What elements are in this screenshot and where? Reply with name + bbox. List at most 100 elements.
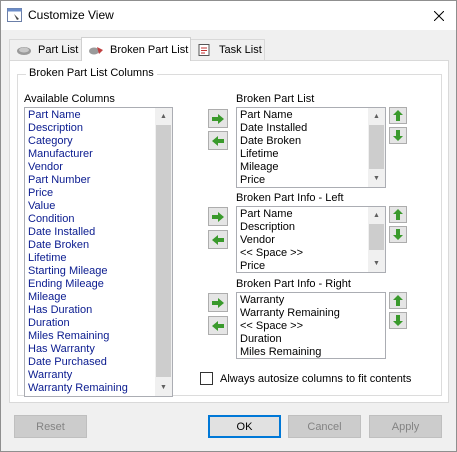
list-item[interactable]: Condition	[28, 213, 154, 226]
window-title: Customize View	[28, 8, 114, 22]
title-bar: Customize View	[1, 1, 456, 30]
available-columns-label: Available Columns	[24, 93, 115, 105]
list-item[interactable]: Vendor	[28, 161, 154, 174]
broken-list-move-up-button[interactable]	[389, 107, 407, 124]
list-item[interactable]: Starting Mileage	[28, 265, 154, 278]
autosize-checkbox[interactable]	[200, 372, 213, 385]
list-item[interactable]: Lifetime	[28, 252, 154, 265]
broken-part-icon	[89, 46, 103, 54]
scroll-down-icon[interactable]: ▼	[368, 255, 385, 272]
info-right-move-up-button[interactable]	[389, 292, 407, 309]
list-item[interactable]: Warranty	[28, 369, 154, 382]
arrow-right-icon	[212, 113, 224, 124]
list-item[interactable]: Vendor	[240, 234, 367, 247]
reset-button[interactable]: Reset	[14, 415, 87, 438]
arrow-down-icon	[393, 229, 403, 240]
list-item[interactable]: Date Installed	[240, 122, 367, 135]
list-item[interactable]: Part Name	[240, 109, 367, 122]
scroll-up-icon[interactable]: ▲	[368, 108, 385, 125]
vertical-scrollbar[interactable]: ▲ ▼	[155, 108, 172, 396]
info-left-label: Broken Part Info - Left	[236, 192, 344, 204]
scroll-thumb[interactable]	[369, 125, 384, 169]
tab-part-list[interactable]: Part List	[9, 39, 82, 60]
list-item[interactable]: Warranty Remaining	[240, 307, 382, 320]
list-item[interactable]: Warranty	[240, 294, 382, 307]
list-item[interactable]: Mileage	[28, 291, 154, 304]
window-app-icon	[7, 8, 22, 22]
add-to-info-right-button[interactable]	[208, 293, 228, 312]
remove-from-info-right-button[interactable]	[208, 316, 228, 335]
list-item[interactable]: Warranty Remaining	[28, 382, 154, 395]
close-button[interactable]	[422, 1, 456, 30]
cancel-button[interactable]: Cancel	[288, 415, 361, 438]
info-right-list[interactable]: Warranty Warranty Remaining << Space >> Dur…	[236, 292, 386, 359]
list-item[interactable]: Price	[240, 260, 367, 272]
list-item[interactable]: Price	[28, 187, 154, 200]
arrow-down-icon	[393, 130, 403, 141]
remove-from-broken-list-button[interactable]	[208, 131, 228, 150]
scroll-up-icon[interactable]: ▲	[155, 108, 172, 125]
info-right-label: Broken Part Info - Right	[236, 278, 351, 290]
vertical-scrollbar[interactable]: ▲ ▼	[368, 207, 385, 272]
list-item[interactable]: Part Name	[28, 109, 154, 122]
scroll-up-icon[interactable]: ▲	[368, 207, 385, 224]
arrow-up-icon	[393, 209, 403, 220]
list-item[interactable]: Date Installed	[28, 226, 154, 239]
list-item[interactable]: Value	[28, 200, 154, 213]
broken-list-move-down-button[interactable]	[389, 127, 407, 144]
autosize-option[interactable]: Always autosize columns to fit contents	[200, 372, 411, 385]
list-item[interactable]: Part Number	[28, 174, 154, 187]
arrow-up-icon	[393, 110, 403, 121]
remove-from-info-left-button[interactable]	[208, 230, 228, 249]
list-item[interactable]: Has Warranty	[28, 343, 154, 356]
scroll-down-icon[interactable]: ▼	[155, 379, 172, 396]
arrow-left-icon	[212, 234, 224, 245]
arrow-left-icon	[212, 320, 224, 331]
info-left-list[interactable]: Part Name Description Vendor << Space >> Pri…	[236, 206, 386, 273]
list-item[interactable]: Date Broken	[28, 239, 154, 252]
available-columns-list[interactable]: Part Name Description Category Manufacturer…	[24, 107, 173, 397]
scroll-thumb[interactable]	[369, 224, 384, 250]
tab-task-list[interactable]: Task List	[190, 39, 265, 60]
list-item[interactable]: Manufacturer	[28, 148, 154, 161]
list-item[interactable]: Has Duration	[28, 304, 154, 317]
list-item[interactable]: << Space >>	[240, 247, 367, 260]
list-item[interactable]: Price	[240, 174, 367, 187]
ok-button[interactable]: OK	[208, 415, 281, 438]
list-item[interactable]: Date Broken	[240, 135, 367, 148]
vertical-scrollbar[interactable]: ▲ ▼	[368, 108, 385, 187]
broken-part-list-label: Broken Part List	[236, 93, 315, 105]
tab-label: Part List	[38, 44, 79, 56]
list-item[interactable]: Duration	[240, 333, 382, 346]
add-to-info-left-button[interactable]	[208, 207, 228, 226]
apply-button[interactable]: Apply	[369, 415, 442, 438]
scroll-down-icon[interactable]: ▼	[368, 170, 385, 187]
list-item[interactable]: Description	[28, 122, 154, 135]
arrow-down-icon	[393, 315, 403, 326]
list-item[interactable]: Ending Mileage	[28, 278, 154, 291]
info-left-move-up-button[interactable]	[389, 206, 407, 223]
list-item[interactable]: Mileage	[240, 161, 367, 174]
tab-label: Broken Part List	[110, 43, 189, 56]
tab-label: Task List	[219, 44, 262, 56]
autosize-label: Always autosize columns to fit contents	[220, 372, 412, 385]
list-item[interactable]: Duration	[28, 317, 154, 330]
list-item[interactable]: Miles Remaining	[240, 346, 382, 358]
list-item[interactable]: Description	[240, 221, 367, 234]
info-right-move-down-button[interactable]	[389, 312, 407, 329]
broken-part-list[interactable]: Part Name Date Installed Date Broken Lifeti…	[236, 107, 386, 188]
task-list-icon	[198, 44, 210, 56]
list-item[interactable]: Date Purchased	[28, 356, 154, 369]
close-icon	[434, 10, 444, 21]
customize-view-dialog: Customize View Part List Broken Part Lis…	[0, 0, 457, 452]
scroll-thumb[interactable]	[156, 125, 171, 377]
arrow-up-icon	[393, 295, 403, 306]
list-item[interactable]: Part Name	[240, 208, 367, 221]
info-left-move-down-button[interactable]	[389, 226, 407, 243]
add-to-broken-list-button[interactable]	[208, 109, 228, 128]
list-item[interactable]: Category	[28, 135, 154, 148]
list-item[interactable]: Miles Remaining	[28, 330, 154, 343]
list-item[interactable]: << Space >>	[240, 320, 382, 333]
list-item[interactable]: Lifetime	[240, 148, 367, 161]
tab-broken-part-list[interactable]: Broken Part List	[81, 37, 191, 61]
